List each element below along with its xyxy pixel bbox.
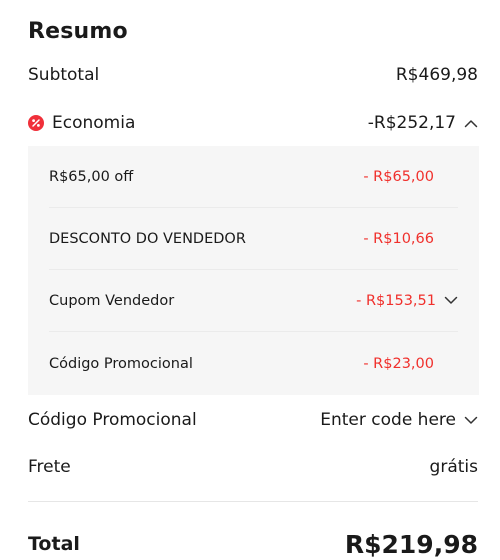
- discount-value-with-toggle: - R$153,51: [356, 293, 458, 309]
- promo-code-placeholder[interactable]: Enter code here: [320, 410, 456, 430]
- discount-label: R$65,00 off: [49, 168, 134, 185]
- chevron-down-icon[interactable]: [444, 296, 458, 305]
- economia-left: Economia: [28, 113, 135, 133]
- discount-label: Cupom Vendedor: [49, 292, 175, 309]
- shipping-row: Frete grátis: [28, 455, 478, 479]
- total-value: R$219,98: [344, 529, 478, 559]
- discount-badge-icon: [28, 115, 44, 131]
- shipping-value: grátis: [429, 457, 478, 477]
- chevron-up-icon[interactable]: [464, 119, 478, 128]
- summary-title: Resumo: [28, 19, 128, 44]
- discount-breakdown-panel: R$65,00 off - R$65,00 DESCONTO DO VENDED…: [28, 146, 479, 395]
- chevron-down-icon[interactable]: [464, 416, 478, 425]
- discount-row: R$65,00 off - R$65,00: [49, 146, 458, 208]
- economia-row[interactable]: Economia -R$252,17: [28, 110, 478, 136]
- economia-value: -R$252,17: [367, 113, 456, 133]
- economia-label: Economia: [52, 113, 136, 133]
- total-row: Total R$219,98: [28, 529, 478, 559]
- total-label: Total: [28, 533, 80, 555]
- discount-label: Código Promocional: [49, 356, 193, 372]
- promo-code-entry[interactable]: Enter code here: [320, 410, 478, 430]
- discount-value: - R$10,66: [363, 230, 434, 247]
- discount-row: Código Promocional - R$23,00: [49, 333, 458, 395]
- discount-row: DESCONTO DO VENDEDOR - R$10,66: [49, 208, 458, 270]
- discount-value: - R$153,51: [356, 292, 436, 309]
- economia-right: -R$252,17: [368, 113, 478, 133]
- discount-value: - R$23,00: [363, 356, 434, 372]
- shipping-label: Frete: [28, 457, 71, 477]
- subtotal-row: Subtotal R$469,98: [28, 63, 478, 87]
- divider: [28, 501, 478, 502]
- subtotal-label: Subtotal: [28, 65, 100, 85]
- discount-row[interactable]: Cupom Vendedor - R$153,51: [49, 270, 458, 332]
- discount-label: DESCONTO DO VENDEDOR: [49, 230, 246, 247]
- subtotal-value: R$469,98: [395, 65, 478, 85]
- promo-code-label: Código Promocional: [28, 410, 197, 430]
- discount-value: - R$65,00: [363, 168, 434, 185]
- promo-code-row[interactable]: Código Promocional Enter code here: [28, 408, 478, 432]
